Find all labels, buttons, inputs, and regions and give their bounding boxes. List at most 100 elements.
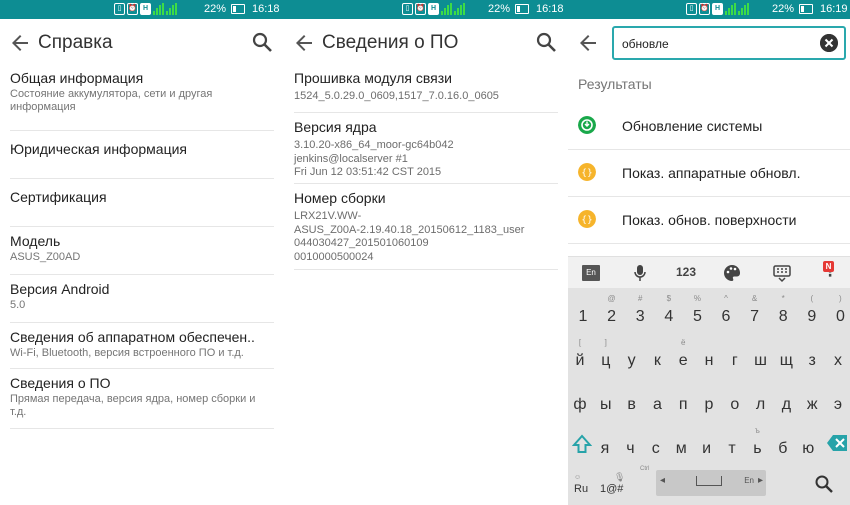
key-row1-1[interactable]: @2 [599,290,625,334]
key-row1-6[interactable]: & 7 [742,290,768,334]
key-row3-9[interactable]: ж [799,378,825,422]
result-item-system-update[interactable]: Обновление системы [568,103,850,150]
list-item-software-info[interactable]: Сведения о ПО Прямая передача, версия яд… [10,369,274,429]
key-row2-7[interactable]: ш [748,334,774,378]
key-row4-0[interactable]: я [592,422,618,466]
key-row4-7[interactable]: б [770,422,796,466]
result-label: Показ. обнов. поверхности [622,212,797,228]
key-row3-5[interactable]: р [696,378,722,422]
key-row3-3[interactable]: а [644,378,670,422]
key-row3-8[interactable]: д [773,378,799,422]
back-arrow-icon[interactable] [576,31,600,55]
key-hint: # [637,294,643,303]
keyboard-icon[interactable] [772,263,792,283]
key-row4-2[interactable]: с [643,422,669,466]
key-row2-8[interactable]: щ [773,334,799,378]
key-hint: $ [666,294,672,303]
status-bar: ▯ ⏰ H 22% 16:19 [568,0,850,19]
key-row1-7[interactable]: * 8 [770,290,796,334]
battery-icon [231,4,245,14]
key-row2-2[interactable]: у [619,334,645,378]
list-item-general-info[interactable]: Общая информация Состояние аккумулятора,… [10,67,274,131]
key-row2-1[interactable]: ] ц [593,334,619,378]
list-item-legal-info[interactable]: Юридическая информация [10,131,274,179]
key-row2-0[interactable]: [й [568,334,593,378]
list-item-hardware-info[interactable]: Сведения об аппаратном обеспечен.. Wi-Fi… [10,323,274,369]
more-options-icon[interactable]: ⋮ N [820,261,840,283]
palette-icon[interactable] [722,263,742,283]
clear-icon[interactable] [820,34,838,52]
key-label: а [652,396,662,413]
key-label: 2 [607,308,617,325]
key-hint: ^ [724,294,728,303]
list-item-baseband[interactable]: Прошивка модуля связи 1524_5.0.29.0_0609… [294,67,558,113]
item-value: 1524_5.0.29.0_0609,1517_7.0.16.0_0605 [294,90,499,102]
space-left-arrow-icon: ◂ [660,475,666,486]
list-item-model[interactable]: Модель ASUS_Z00AD [10,227,274,275]
list-item-kernel-version[interactable]: Версия ядра 3.10.20-x86_64_moor-gc64b042… [294,113,558,184]
key-row2-3[interactable]: к [644,334,670,378]
key-row4-6[interactable]: ъь [744,422,770,466]
key-row1-5[interactable]: ^ 6 [713,290,739,334]
clock: 16:19 [820,3,848,15]
space-glyph-icon [696,476,722,486]
shift-icon[interactable] [572,434,592,454]
key-row1-9[interactable]: ) 0 [827,290,850,334]
result-item-surface-updates[interactable]: {} Показ. обнов. поверхности [568,197,850,244]
key-row3-0[interactable]: ф [568,378,593,422]
key-row2-9[interactable]: з [799,334,825,378]
key-label: 9 [807,308,817,325]
key-row4-3[interactable]: м [668,422,694,466]
symbols-key[interactable]: 🎙 1@# [600,470,634,496]
key-label: р [704,396,714,413]
key-row4-1[interactable]: ч [617,422,643,466]
key-row4-5[interactable]: т [719,422,745,466]
result-item-hw-updates[interactable]: {} Показ. аппаратные обновл. [568,150,850,197]
search-icon[interactable] [534,30,558,54]
search-key-icon[interactable] [814,474,834,494]
key-row3-7[interactable]: л [748,378,774,422]
list-item-certification[interactable]: Сертификация [10,179,274,227]
numbers-button[interactable]: 123 [672,265,700,285]
key-label: ы [600,396,612,413]
key-row1-8[interactable]: (9 [799,290,825,334]
key-label: п [678,396,688,413]
key-row3-10[interactable]: э [825,378,850,422]
list-item-android-version[interactable]: Версия Android 5.0 [10,275,274,323]
back-arrow-icon[interactable] [292,31,316,55]
key-row1-4[interactable]: % 5 [684,290,710,334]
status-icons: ▯ ⏰ H [114,3,177,15]
key-row3-2[interactable]: в [619,378,645,422]
key-row2-10[interactable]: х [825,334,850,378]
key-row3-1[interactable]: ы [593,378,619,422]
item-title: Сведения об аппаратном обеспечен.. [10,329,255,345]
back-arrow-icon[interactable] [8,31,32,55]
backspace-icon[interactable] [826,434,848,452]
item-title: Юридическая информация [10,141,187,157]
language-switch-button[interactable]: En [582,265,600,281]
microphone-icon[interactable] [632,263,648,283]
key-row4-4[interactable]: и [694,422,720,466]
ru-layout-key[interactable]: ☺ Ru [574,470,596,496]
key-row3-4[interactable]: п [670,378,696,422]
key-row2-5[interactable]: н [696,334,722,378]
key-row4-8[interactable]: ю [795,422,821,466]
space-bar[interactable]: ◂ En ▸ [656,470,766,496]
keyboard-row-3: ячсмитъьбю [568,422,850,466]
clock: 16:18 [536,3,564,15]
result-label: Обновление системы [622,118,763,134]
item-title: Модель [10,233,61,249]
key-row2-6[interactable]: г [722,334,748,378]
system-update-icon [578,116,596,134]
key-row1-3[interactable]: $4 [656,290,682,334]
key-row2-4[interactable]: ёе [670,334,696,378]
key-row1-2[interactable]: #3 [627,290,653,334]
search-icon[interactable] [250,30,274,54]
key-row3-6[interactable]: о [722,378,748,422]
search-input[interactable]: обновле [612,26,846,60]
key-label: 7 [750,308,760,325]
list-item-build-number[interactable]: Номер сборки LRX21V.WW- ASUS_Z00A-2.19.4… [294,184,558,270]
key-hint: % [693,294,701,303]
key-label: л [755,396,766,413]
key-row1-0[interactable]: 1 [570,290,596,334]
